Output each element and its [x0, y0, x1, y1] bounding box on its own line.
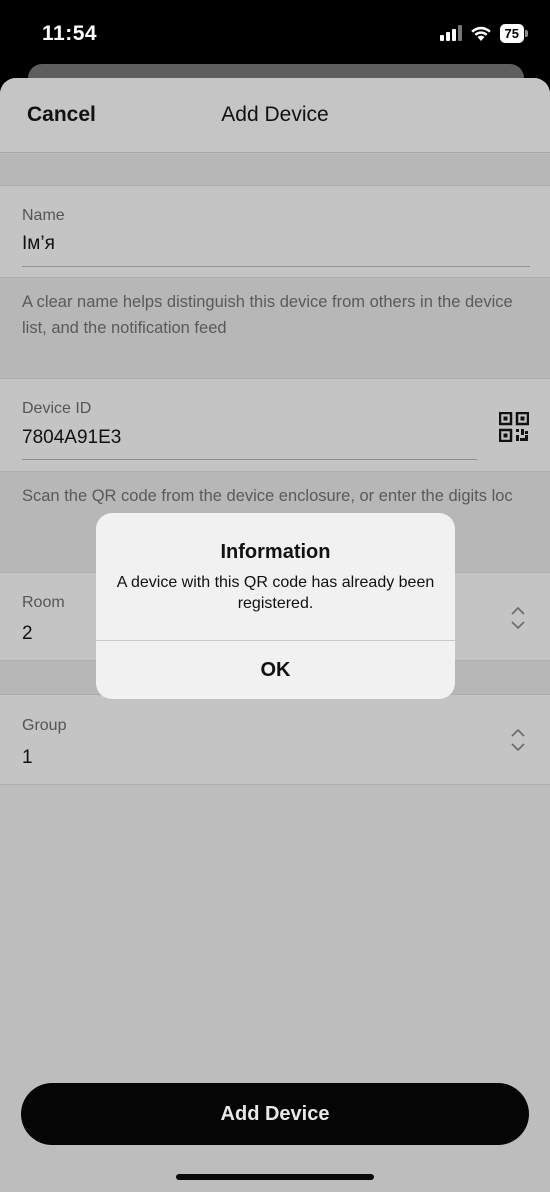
device-id-underline: [22, 459, 477, 460]
status-time: 11:54: [42, 22, 98, 45]
ok-button[interactable]: OK: [96, 641, 455, 699]
device-id-label: Device ID: [22, 400, 92, 417]
page-title: Add Device: [221, 103, 329, 126]
device-id-input[interactable]: 7804A91E3: [22, 427, 121, 449]
home-indicator[interactable]: [176, 1174, 374, 1180]
name-label: Name: [22, 207, 65, 224]
device-id-hint: Scan the QR code from the device enclosu…: [22, 487, 513, 505]
battery-icon: 75: [499, 23, 528, 43]
group-label: Group: [22, 717, 67, 734]
room-label: Room: [22, 594, 65, 611]
group-value: 1: [22, 747, 33, 768]
information-alert: Information A device with this QR code h…: [96, 513, 455, 699]
device-id-card: Device ID 7804A91E3: [0, 378, 550, 472]
name-hint: A clear name helps distinguish this devi…: [22, 293, 513, 337]
wifi-icon: [470, 26, 491, 41]
add-device-button[interactable]: Add Device: [21, 1083, 529, 1145]
group-selector[interactable]: Group 1: [0, 694, 550, 785]
signal-icon: [439, 25, 462, 41]
status-bar: 11:54 75: [0, 0, 550, 70]
chevron-up-down-icon: [511, 606, 525, 630]
battery-level: 75: [499, 23, 524, 43]
chevron-up-down-icon: [511, 728, 525, 752]
name-card: Name Ім’я: [0, 185, 550, 278]
alert-title: Information: [220, 541, 331, 563]
section-gap: [0, 154, 550, 185]
name-input[interactable]: Ім’я: [22, 233, 55, 255]
status-icons: 75: [439, 22, 528, 44]
room-value: 2: [22, 623, 33, 644]
alert-message: A device with this QR code has already b…: [116, 574, 435, 612]
qr-code-icon[interactable]: [499, 412, 529, 442]
name-hint-area: A clear name helps distinguish this devi…: [0, 278, 550, 378]
navigation-bar: Cancel Add Device: [0, 78, 550, 153]
name-underline: [22, 266, 530, 267]
